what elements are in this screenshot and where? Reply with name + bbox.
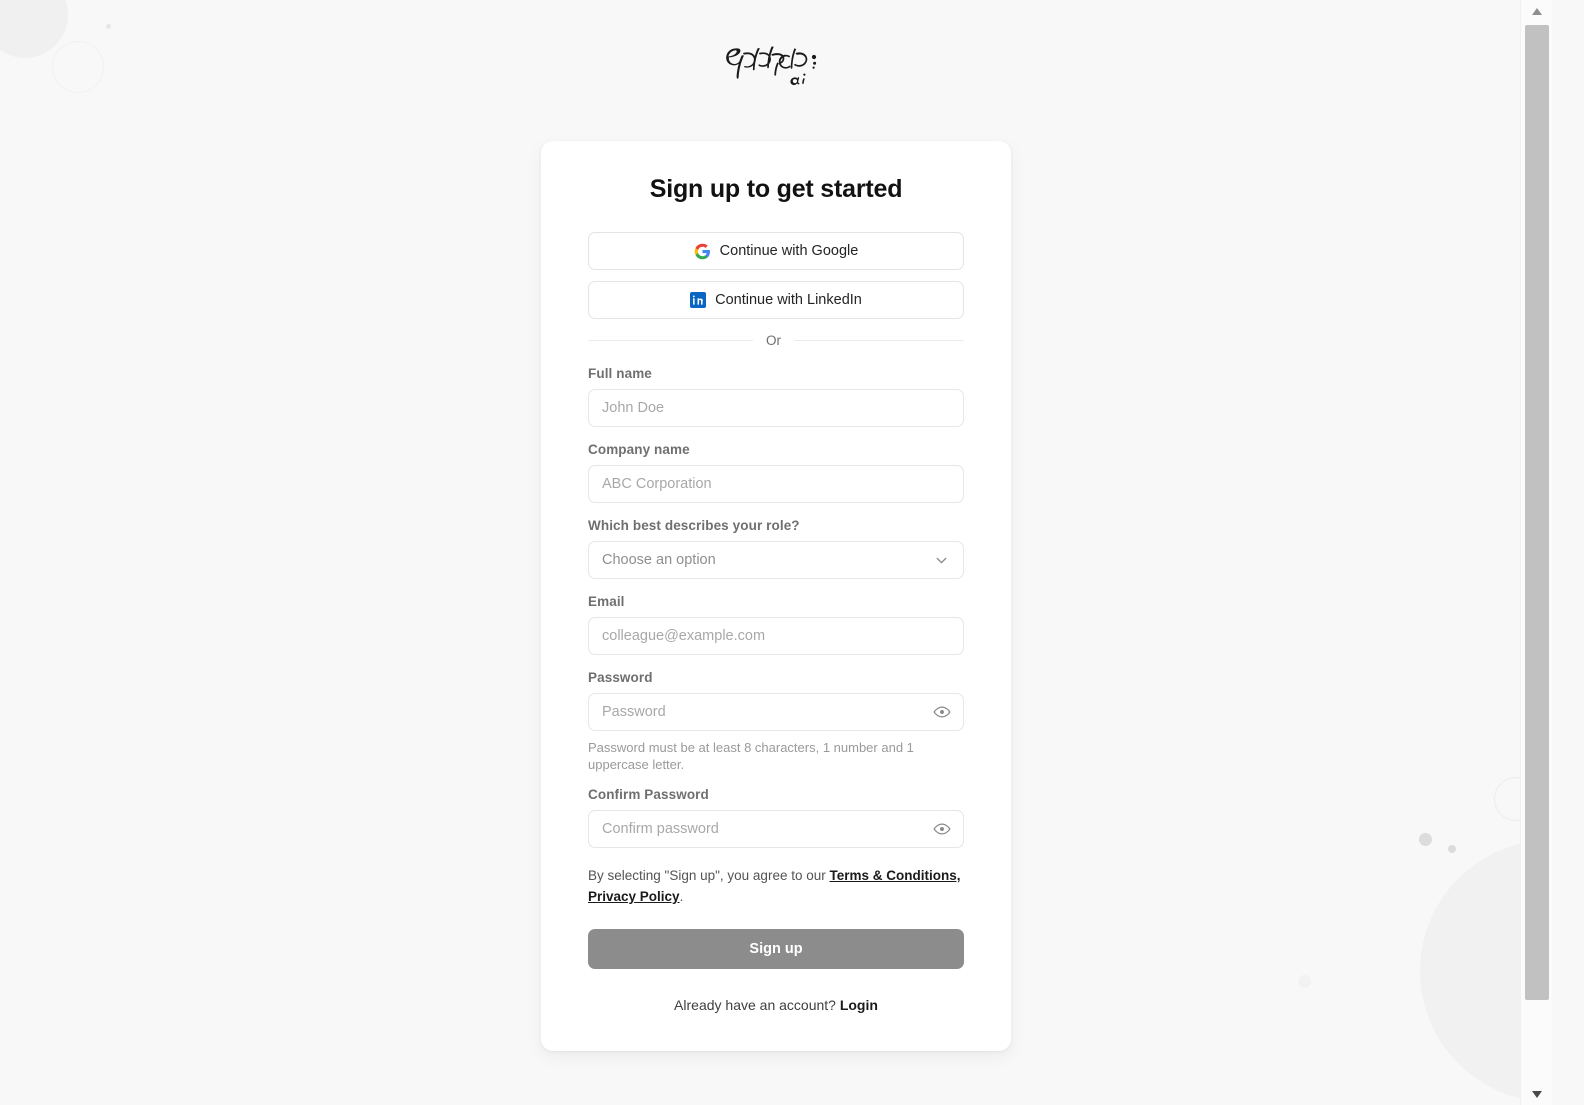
toggle-password-visibility-button[interactable] xyxy=(932,702,952,722)
confirm-password-field: Confirm Password xyxy=(588,787,964,849)
company-name-input[interactable] xyxy=(588,465,964,503)
decor-dot-bottom-right-2 xyxy=(1448,845,1456,853)
page-title: Sign up to get started xyxy=(649,175,903,203)
caret-up-icon xyxy=(1532,7,1542,15)
password-label: Password xyxy=(588,670,653,685)
confirm-password-input[interactable] xyxy=(588,810,964,849)
linkedin-button-label: Continue with LinkedIn xyxy=(715,292,862,308)
company-name-input-wrap xyxy=(588,465,964,503)
divider-line-right xyxy=(794,340,964,341)
role-select-value: Choose an option xyxy=(602,552,716,568)
privacy-policy-link[interactable]: Privacy Policy xyxy=(588,889,680,904)
email-input-wrap xyxy=(588,617,964,655)
chevron-down-icon xyxy=(936,557,947,563)
full-name-field: Full name xyxy=(588,366,964,427)
divider-label: Or xyxy=(766,333,781,348)
password-help-text: Password must be at least 8 characters, … xyxy=(588,740,914,773)
toggle-confirm-password-visibility-button[interactable] xyxy=(932,819,952,839)
full-name-input-wrap xyxy=(588,389,964,427)
signup-page: Sign up to get started Continue with Goo… xyxy=(0,0,1552,1105)
role-label: Which best describes your role? xyxy=(588,518,800,533)
login-link[interactable]: Login xyxy=(840,997,878,1013)
signup-card: Sign up to get started Continue with Goo… xyxy=(541,141,1011,1051)
caret-down-icon xyxy=(1532,1090,1542,1098)
eye-icon xyxy=(933,706,951,718)
login-prompt: Already have an account? Login xyxy=(588,997,964,1013)
epipheo-wordmark-icon xyxy=(726,46,817,86)
company-name-label: Company name xyxy=(588,442,690,457)
role-field: Which best describes your role? Choose a… xyxy=(588,518,964,579)
confirm-password-input-wrap xyxy=(588,810,964,849)
terms-and-conditions-link[interactable]: Terms & Conditions, xyxy=(829,868,960,883)
password-input-wrap xyxy=(588,693,964,731)
continue-with-linkedin-button[interactable]: Continue with LinkedIn xyxy=(588,281,964,319)
divider-line-left xyxy=(588,340,753,341)
full-name-label: Full name xyxy=(588,366,652,381)
company-name-field: Company name xyxy=(588,442,964,503)
scrollbar-down-arrow[interactable] xyxy=(1521,1083,1553,1105)
scrollbar-thumb[interactable] xyxy=(1525,25,1549,1000)
eye-icon xyxy=(933,823,951,835)
confirm-password-label: Confirm Password xyxy=(588,787,709,803)
role-select[interactable]: Choose an option xyxy=(588,541,964,579)
email-field: Email xyxy=(588,594,964,655)
terms-agreement-text: By selecting "Sign up", you agree to our… xyxy=(588,866,964,907)
terms-suffix: . xyxy=(679,888,684,904)
page-scrollbar[interactable] xyxy=(1520,0,1552,1105)
or-divider: Or xyxy=(588,333,964,348)
password-field: Password Password must be at least 8 cha… xyxy=(588,670,964,773)
decor-dot-bottom-right-1 xyxy=(1419,833,1432,846)
linkedin-icon xyxy=(690,292,707,308)
email-label: Email xyxy=(588,594,625,609)
password-input[interactable] xyxy=(588,693,964,731)
full-name-input[interactable] xyxy=(588,389,964,427)
google-button-label: Continue with Google xyxy=(719,243,859,259)
sign-up-button[interactable]: Sign up xyxy=(588,928,964,969)
continue-with-google-button[interactable]: Continue with Google xyxy=(588,232,964,270)
scrollbar-up-arrow[interactable] xyxy=(1521,0,1553,22)
terms-prefix: By selecting "Sign up", you agree to our xyxy=(588,868,830,884)
google-icon xyxy=(694,243,710,259)
login-prompt-text: Already have an account? xyxy=(674,996,840,1013)
decor-dot-bottom-right-3 xyxy=(1298,975,1311,988)
email-input[interactable] xyxy=(588,617,964,655)
brand-logo-container xyxy=(0,0,1552,96)
